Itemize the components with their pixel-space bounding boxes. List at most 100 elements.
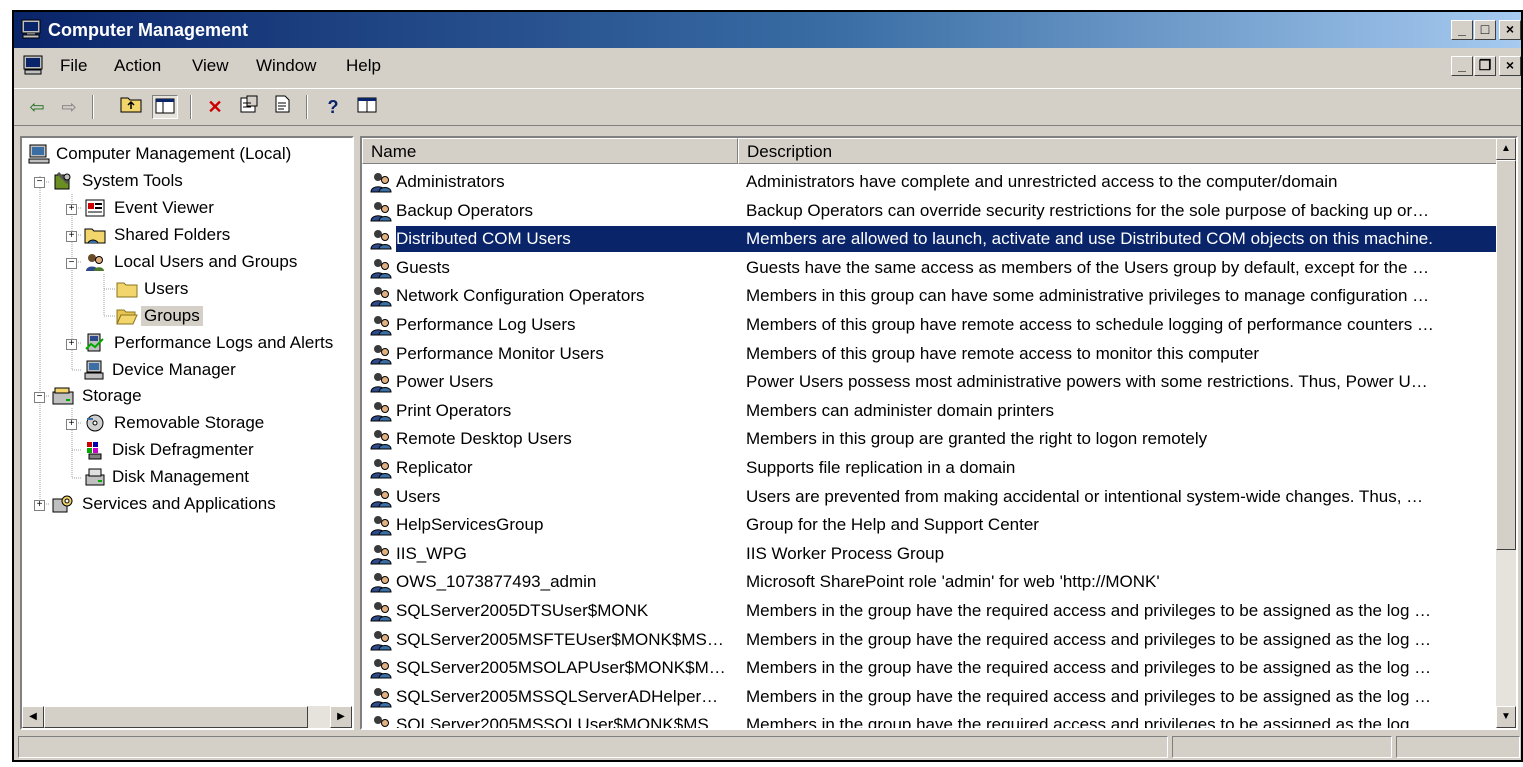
group-name: OWS_1073877493_admin [396, 572, 597, 591]
scroll-thumb[interactable] [44, 706, 308, 728]
maximize-button[interactable]: □ [1474, 20, 1496, 40]
console-tree[interactable]: Computer Management (Local) − System Too… [20, 136, 354, 730]
group-row[interactable]: SQLServer2005MSSQLUser$MONK$MS… Members i… [362, 711, 1498, 728]
group-row[interactable]: Performance Monitor Users Members of this… [362, 340, 1498, 368]
list-vertical-scrollbar[interactable]: ▲ ▼ [1496, 138, 1516, 728]
child-restore-button[interactable]: ❐ [1474, 56, 1496, 76]
menu-bar: File Action View Window Help _ ❐ × [14, 50, 1521, 80]
group-icon [370, 200, 392, 222]
group-description: Guests have the same access as members o… [746, 258, 1430, 277]
expand-icon[interactable]: + [66, 419, 77, 430]
group-description: Members in this group can have some admi… [746, 286, 1430, 305]
menu-action[interactable]: Action [114, 56, 161, 76]
column-header-name[interactable]: Name [362, 138, 738, 164]
group-description: Group for the Help and Support Center [746, 515, 1039, 534]
expand-icon[interactable]: + [66, 339, 77, 350]
group-row[interactable]: Remote Desktop Users Members in this grou… [362, 425, 1498, 453]
tree-label: Storage [82, 386, 142, 405]
event-viewer-icon [84, 198, 106, 218]
show-hide-tree-icon[interactable] [152, 95, 178, 119]
group-description: Members in the group have the required a… [746, 687, 1432, 706]
up-folder-icon[interactable] [118, 95, 144, 119]
group-icon [370, 686, 392, 708]
column-header-description[interactable]: Description [738, 138, 1498, 164]
scroll-left-icon[interactable]: ◀ [22, 706, 44, 728]
title-bar[interactable]: Computer Management _ □ × [14, 12, 1521, 48]
group-icon [370, 543, 392, 565]
group-icon [370, 629, 392, 651]
tree-horizontal-scrollbar[interactable]: ◀ ▶ [22, 706, 352, 728]
services-applications-icon [52, 494, 74, 514]
group-row[interactable]: OWS_1073877493_admin Microsoft SharePoint… [362, 568, 1498, 596]
group-icon [370, 314, 392, 336]
tree-label: Local Users and Groups [114, 252, 298, 271]
groups-list[interactable]: Name Description Administrators Administr… [360, 136, 1518, 730]
group-icon [370, 371, 392, 393]
group-row[interactable]: Administrators Administrators have comple… [362, 168, 1498, 196]
tree-label: Event Viewer [114, 198, 214, 217]
group-icon [370, 486, 392, 508]
collapse-icon[interactable]: − [66, 258, 77, 269]
collapse-icon[interactable]: − [34, 392, 45, 403]
scroll-down-icon[interactable]: ▼ [1496, 706, 1516, 728]
forward-arrow-icon[interactable]: ⇨ [56, 95, 82, 119]
group-row[interactable]: SQLServer2005MSOLAPUser$MONK$M… Members i… [362, 654, 1498, 682]
tree-label: Users [144, 279, 189, 298]
scroll-up-icon[interactable]: ▲ [1496, 138, 1516, 160]
menu-view[interactable]: View [192, 56, 229, 76]
group-name: Print Operators [396, 401, 512, 420]
system-tools-icon [52, 171, 74, 191]
removable-storage-icon [84, 413, 106, 433]
child-minimize-button[interactable]: _ [1451, 56, 1473, 76]
group-row[interactable]: Guests Guests have the same access as mem… [362, 254, 1498, 282]
group-row[interactable]: IIS_WPG IIS Worker Process Group [362, 540, 1498, 568]
group-description: Backup Operators can override security r… [746, 201, 1430, 220]
close-button[interactable]: × [1499, 20, 1521, 40]
group-row[interactable]: Network Configuration Operators Members i… [362, 282, 1498, 310]
group-name: HelpServicesGroup [396, 515, 544, 534]
group-icon [370, 428, 392, 450]
expand-icon[interactable]: + [66, 204, 77, 215]
child-window-icon[interactable] [22, 55, 44, 80]
group-name: Performance Monitor Users [396, 344, 604, 363]
child-close-button[interactable]: × [1499, 56, 1521, 76]
group-row[interactable]: SQLServer2005MSSQLServerADHelper… Members… [362, 683, 1498, 711]
group-icon [370, 514, 392, 536]
expand-icon[interactable]: + [66, 231, 77, 242]
tree-label: Disk Defragmenter [112, 440, 254, 459]
scroll-thumb[interactable] [1496, 160, 1516, 550]
menu-file[interactable]: File [60, 56, 87, 76]
group-description: Members in the group have the required a… [746, 630, 1432, 649]
tree-label: Disk Management [112, 467, 250, 486]
export-list-icon[interactable] [270, 95, 296, 119]
group-row[interactable]: Replicator Supports file replication in a… [362, 454, 1498, 482]
delete-icon[interactable]: ✕ [202, 95, 228, 119]
menu-help[interactable]: Help [346, 56, 381, 76]
help-icon[interactable]: ? [320, 95, 346, 119]
properties-icon[interactable] [236, 95, 262, 119]
toolbar: ⇦ ⇨ ✕ ? [14, 88, 1521, 126]
group-row[interactable]: Print Operators Members can administer do… [362, 397, 1498, 425]
group-row[interactable]: Performance Log Users Members of this gro… [362, 311, 1498, 339]
minimize-button[interactable]: _ [1451, 20, 1473, 40]
group-row[interactable]: Users Users are prevented from making acc… [362, 483, 1498, 511]
group-row[interactable]: Power Users Power Users possess most admi… [362, 368, 1498, 396]
toggle-pane-icon[interactable] [354, 95, 380, 119]
group-row[interactable]: Backup Operators Backup Operators can ove… [362, 197, 1498, 225]
scroll-right-icon[interactable]: ▶ [330, 706, 352, 728]
group-name: Users [396, 487, 441, 506]
group-row[interactable]: SQLServer2005MSFTEUser$MONK$MS… Members i… [362, 626, 1498, 654]
menu-window[interactable]: Window [256, 56, 316, 76]
toolbar-separator [92, 95, 94, 119]
back-arrow-icon[interactable]: ⇦ [24, 95, 50, 119]
group-row[interactable]: HelpServicesGroup Group for the Help and … [362, 511, 1498, 539]
group-row[interactable]: Distributed COM Users Members are allowed… [362, 225, 1498, 253]
collapse-icon[interactable]: − [34, 177, 45, 188]
group-name: Performance Log Users [396, 315, 576, 334]
tree-lines [39, 176, 116, 505]
group-description: Members of this group have remote access… [746, 315, 1434, 334]
toolbar-separator [306, 95, 308, 119]
expand-icon[interactable]: + [34, 500, 45, 511]
group-row[interactable]: SQLServer2005DTSUser$MONK Members in the … [362, 597, 1498, 625]
group-name: SQLServer2005MSSQLServerADHelper… [396, 687, 719, 706]
